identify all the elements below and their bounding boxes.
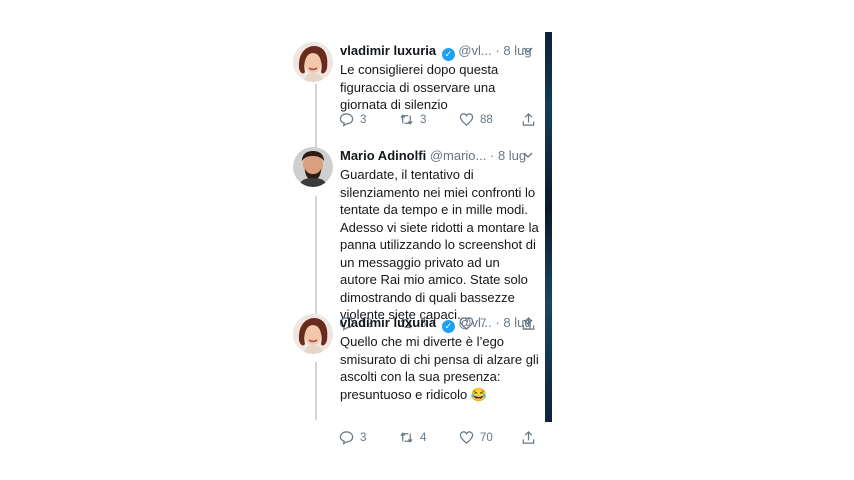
retweet-count: 4 [420,431,427,444]
tweet-actions: 3 4 70 [337,430,537,450]
reply-count: 3 [360,113,367,126]
heart-icon [459,113,474,126]
like-count: 70 [480,431,493,444]
display-name[interactable]: vladimir luxuria [340,43,436,58]
chevron-down-icon[interactable] [521,315,535,329]
like-button[interactable]: 70 [459,430,493,445]
retweet-button[interactable]: 4 [399,430,426,445]
user-handle[interactable]: @mario... [430,148,487,163]
share-icon [522,113,535,126]
tweet-header: vladimir luxuria ✓ @vl... · 8 lug [340,315,540,333]
avatar[interactable] [293,42,333,82]
like-button[interactable]: 88 [459,112,493,127]
share-icon [522,431,535,444]
tweet-thread-panel: vladimir luxuria ✓ @vl... · 8 lug Le con… [287,32,545,445]
reply-count: 3 [360,431,367,444]
like-count: 88 [480,113,493,126]
verified-check-icon: ✓ [441,320,455,333]
separator: · [489,148,495,163]
display-name[interactable]: vladimir luxuria [340,315,436,330]
display-name[interactable]: Mario Adinolfi [340,148,426,163]
tweet[interactable]: vladimir luxuria ✓ @vl... · 8 lug Le con… [287,32,545,142]
tweet-actions: 3 3 88 [337,112,537,132]
reply-icon [339,113,354,127]
background-image-strip [545,32,552,422]
retweet-button[interactable]: 3 [399,112,426,127]
retweet-icon [400,432,413,443]
chevron-down-icon[interactable] [521,43,535,57]
tweet-text: Le consiglierei dopo questa figuraccia d… [340,62,499,112]
tweet[interactable]: Mario Adinolfi @mario... · 8 lug Guardat… [287,142,545,331]
user-handle[interactable]: @vl... [458,43,491,58]
chevron-down-icon[interactable] [521,148,535,162]
separator: · [495,315,500,330]
reply-button[interactable]: 3 [339,430,366,445]
tweet-header: Mario Adinolfi @mario... · 8 lug [340,148,540,164]
reply-icon [339,431,354,445]
heart-icon [459,431,474,444]
retweet-count: 3 [420,113,427,126]
tweet-text: Quello che mi diverte è l’ego smisurato … [340,334,539,402]
retweet-icon [400,114,413,125]
avatar[interactable] [293,314,333,354]
user-handle[interactable]: @vl... [458,315,491,330]
tweet-header: vladimir luxuria ✓ @vl... · 8 lug [340,43,540,61]
verified-check-icon: ✓ [441,48,455,61]
tweet[interactable]: vladimir luxuria ✓ @vl... · 8 lug Quello… [287,304,545,445]
separator: · [495,43,500,58]
avatar[interactable] [293,147,333,187]
share-button[interactable] [521,430,536,445]
tweet-text: Guardate, il tentativo di silenziamento … [340,167,539,322]
reply-button[interactable]: 3 [339,112,366,127]
share-button[interactable] [521,112,536,127]
